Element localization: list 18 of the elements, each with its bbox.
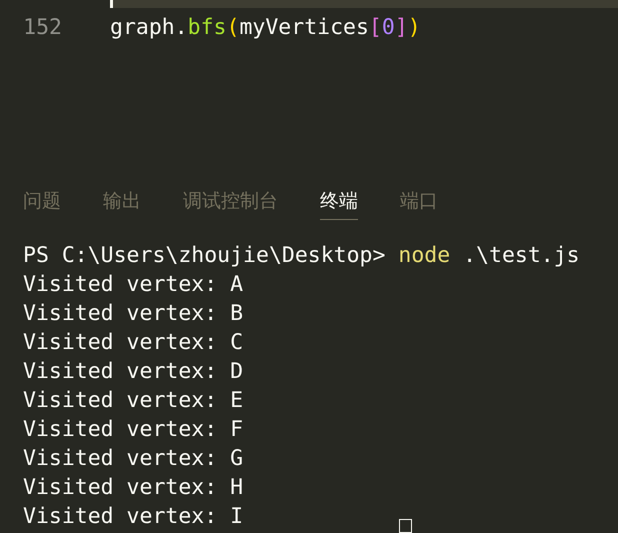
terminal-output-line: Visited vertex: G — [23, 445, 244, 473]
panel-tab[interactable]: 端口 — [400, 189, 438, 220]
panel-tab[interactable]: 终端 — [320, 189, 358, 220]
panel-tab[interactable]: 问题 — [23, 189, 61, 220]
panel-tab[interactable]: 调试控制台 — [183, 189, 278, 220]
panel-tab[interactable]: 输出 — [103, 189, 141, 220]
terminal-output-line: Visited vertex: E — [23, 387, 244, 415]
terminal-output-line: Visited vertex: B — [23, 300, 244, 328]
terminal-output-line: Visited vertex: F — [23, 416, 244, 444]
terminal-output-line: Visited vertex: H — [23, 474, 244, 502]
terminal-output-line: Visited vertex: I — [23, 503, 244, 531]
terminal-output-line: Visited vertex: C — [23, 329, 244, 357]
terminal-output-line: Visited vertex: A — [23, 271, 244, 299]
line-number: 152 — [22, 14, 62, 40]
terminal-command-line: PS C:\Users\zhoujie\Desktop> node .\test.js — [23, 242, 580, 270]
terminal-output-line: Visited vertex: D — [23, 358, 244, 386]
code-line: graph.bfs(myVertices[0]) — [110, 14, 421, 40]
cursor-icon — [399, 519, 412, 533]
